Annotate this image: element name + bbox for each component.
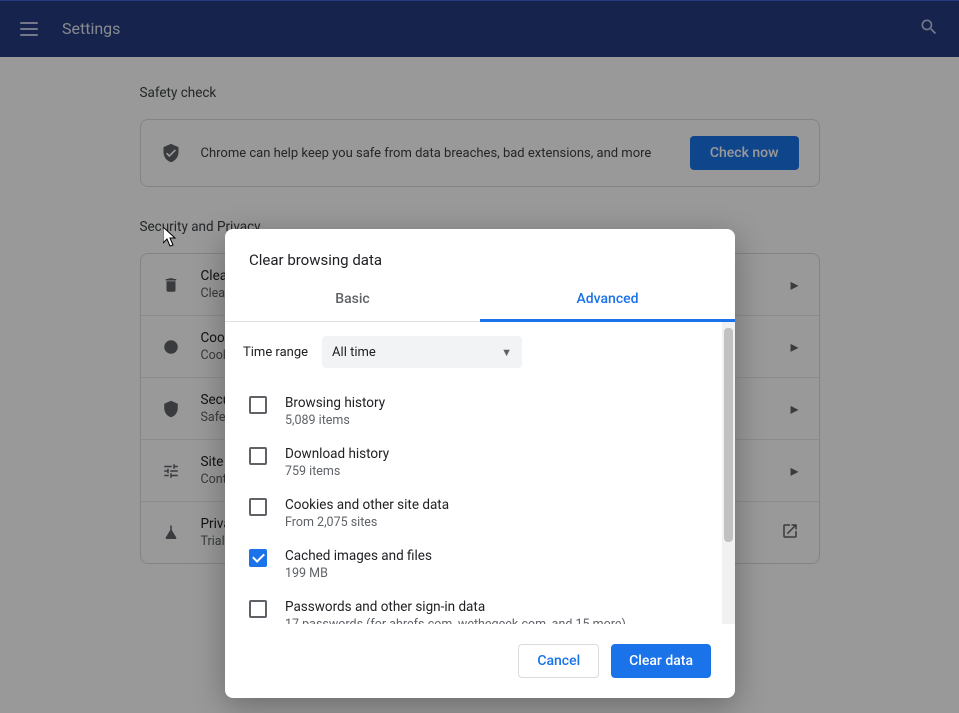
option-title: Browsing history: [285, 395, 711, 411]
dialog-body: Time range All time ▼ Browsing history 5,…: [225, 322, 735, 624]
scrollbar-thumb[interactable]: [724, 328, 733, 542]
dialog-footer: Cancel Clear data: [225, 624, 735, 698]
dropdown-arrow-icon: ▼: [501, 346, 512, 359]
checkbox[interactable]: [249, 447, 267, 465]
option-cached[interactable]: Cached images and files 199 MB: [243, 539, 711, 590]
option-title: Cookies and other site data: [285, 497, 711, 513]
option-title: Cached images and files: [285, 548, 711, 564]
option-sub: 199 MB: [285, 566, 711, 581]
clear-browsing-data-dialog: Clear browsing data Basic Advanced Time …: [225, 229, 735, 698]
dialog-tabs: Basic Advanced: [225, 279, 735, 322]
checkbox[interactable]: [249, 396, 267, 414]
dialog-title: Clear browsing data: [225, 229, 735, 279]
clear-data-button[interactable]: Clear data: [611, 644, 711, 678]
option-sub: 5,089 items: [285, 413, 711, 428]
option-sub: 759 items: [285, 464, 711, 479]
option-sub: From 2,075 sites: [285, 515, 711, 530]
tab-basic[interactable]: Basic: [225, 279, 480, 321]
option-title: Download history: [285, 446, 711, 462]
cancel-button[interactable]: Cancel: [518, 644, 599, 678]
option-download-history[interactable]: Download history 759 items: [243, 437, 711, 488]
option-title: Passwords and other sign-in data: [285, 599, 711, 615]
checkbox[interactable]: [249, 498, 267, 516]
time-range-label: Time range: [243, 345, 308, 360]
checkbox[interactable]: [249, 549, 267, 567]
checkbox-list: Browsing history 5,089 items Download his…: [243, 382, 711, 624]
time-range-value: All time: [332, 345, 376, 360]
time-range-select[interactable]: All time ▼: [322, 336, 522, 368]
option-browsing-history[interactable]: Browsing history 5,089 items: [243, 386, 711, 437]
time-range-row: Time range All time ▼: [243, 322, 711, 382]
tab-advanced[interactable]: Advanced: [480, 279, 735, 322]
checkbox[interactable]: [249, 600, 267, 618]
option-cookies[interactable]: Cookies and other site data From 2,075 si…: [243, 488, 711, 539]
option-passwords[interactable]: Passwords and other sign-in data 17 passw…: [243, 590, 711, 624]
option-sub: 17 passwords (for ahrefs.com, wethegeek.…: [285, 617, 711, 624]
